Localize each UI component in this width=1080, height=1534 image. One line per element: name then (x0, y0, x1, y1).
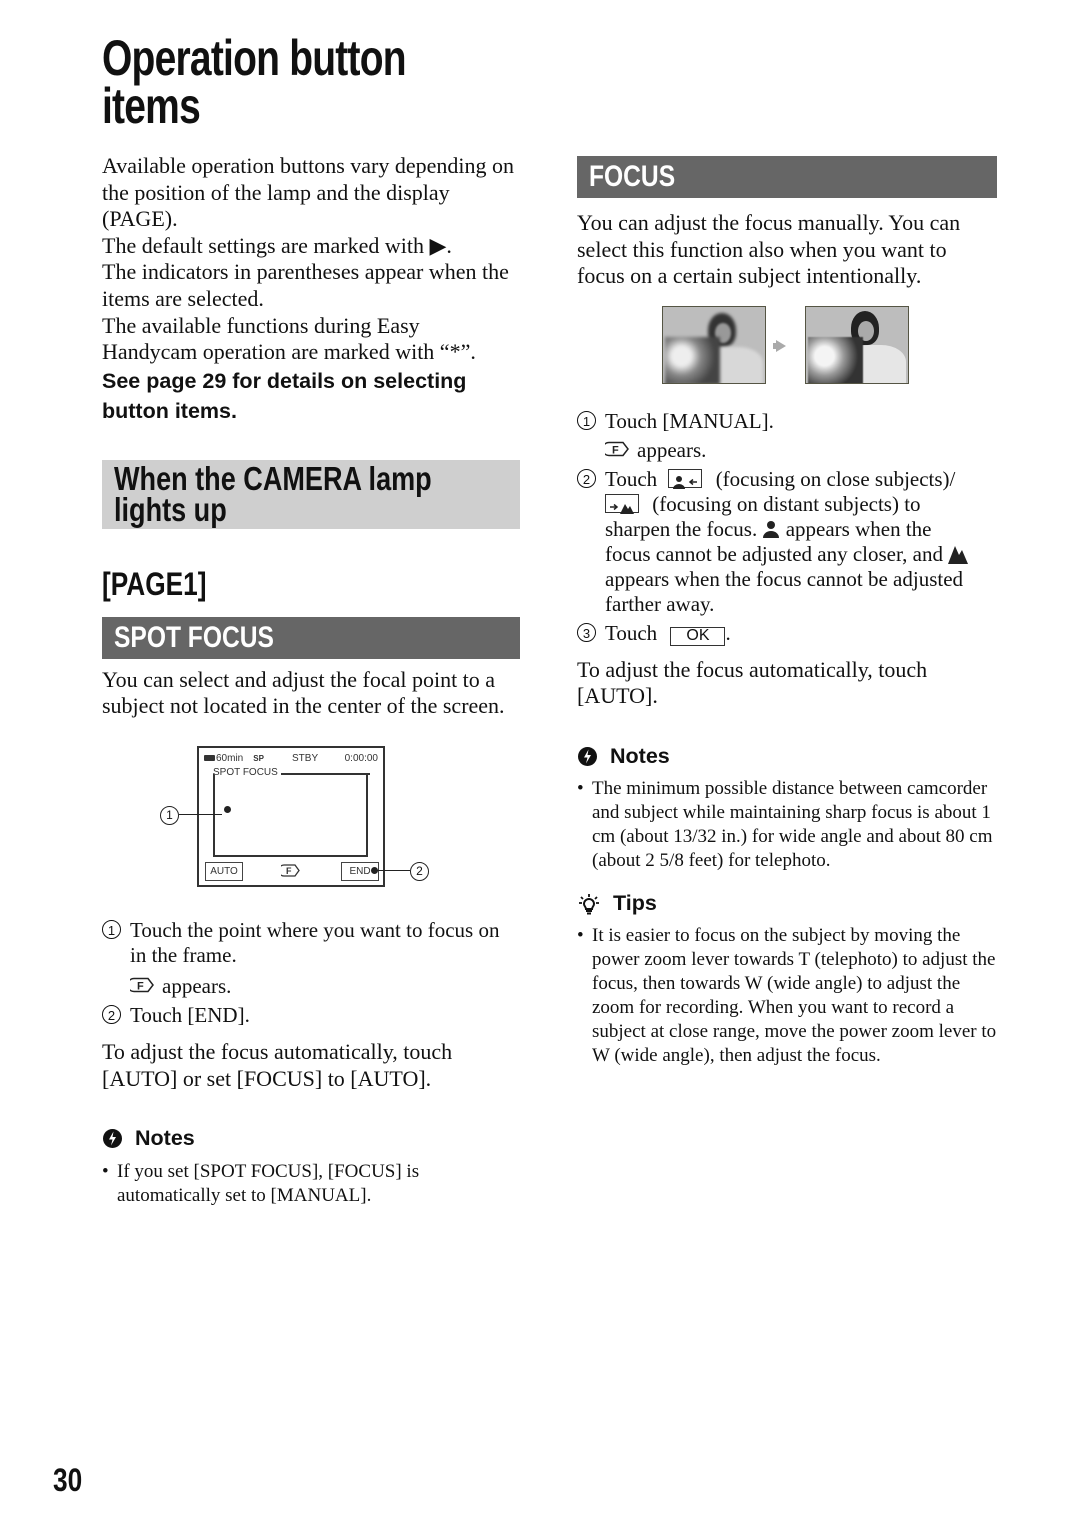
blurred-photo (662, 305, 766, 384)
step-text: appears when the focus cannot be adjuste… (605, 566, 964, 591)
lcd-illustration: 60min SP STBY 0:00:00 SPOT FOCUS AUTO F … (102, 745, 520, 896)
step-number: 1 (577, 410, 596, 430)
notes-title: Notes (610, 743, 670, 768)
note-item: • The minimum possible distance between c… (577, 777, 997, 873)
lcd-status: STBY (292, 752, 319, 764)
intro-bold-note: See page 29 for details on selecting but… (102, 368, 467, 423)
battery-icon (204, 755, 215, 762)
step-2: 2 Touch [END]. (102, 1003, 520, 1028)
callout-1-line (179, 813, 222, 816)
step-text: focus cannot be adjusted any closer, and (605, 541, 943, 566)
intro-text: Available operation buttons vary dependi… (102, 153, 520, 366)
focus-far-button-icon[interactable] (605, 493, 639, 514)
spot-focus-frame[interactable] (213, 772, 370, 857)
svg-text:F: F (286, 866, 292, 876)
step-1-sub: F appears. (102, 974, 520, 999)
notes-icon (578, 746, 597, 766)
step-text: appears when the (785, 516, 932, 541)
battery-remaining: 60min (216, 752, 244, 764)
step-1-sub: F appears. (577, 438, 997, 463)
callout-1: 1 (160, 805, 179, 825)
note-text: If you set [SPOT FOCUS], [FOCUS] is auto… (117, 1161, 420, 1207)
notes-icon (103, 1129, 122, 1149)
tip-text: It is easier to focus on the subject by … (592, 924, 997, 1066)
spot-focus-steps: 1 Touch the point where you want to focu… (102, 918, 520, 1028)
step-number: 3 (577, 622, 596, 642)
focused-photo (805, 305, 909, 384)
step-text: sharpen the focus. (605, 516, 758, 541)
focus-comparison-images (577, 305, 997, 386)
callout-2-line (375, 869, 410, 872)
step-number: 2 (577, 468, 596, 488)
step-1: 1 Touch [MANUAL]. (577, 409, 997, 434)
callout-2: 2 (410, 861, 429, 881)
step-2: 2 Touch (focusing on close subjects)/ (f… (577, 467, 997, 617)
step-text: appears. (162, 973, 232, 998)
notes-heading: Notes (102, 1126, 520, 1151)
tips-title: Tips (613, 890, 657, 915)
notes-heading: Notes (577, 744, 997, 769)
step-text: Touch [END]. (130, 1002, 250, 1027)
page-number: 30 (53, 1462, 83, 1498)
step-text: Touch (605, 620, 658, 645)
intro-paragraph: The indicators in parentheses appear whe… (102, 259, 509, 311)
tip-item: • It is easier to focus on the subject by… (577, 924, 997, 1066)
notes-title: Notes (135, 1126, 195, 1151)
step-3: 3 Touch OK. (577, 621, 997, 646)
far-limit-icon (948, 542, 969, 566)
step-text: (focusing on distant subjects) to (652, 491, 921, 516)
manual-focus-icon: F (601, 438, 631, 463)
lcd-auto-button[interactable]: AUTO (205, 861, 243, 881)
spot-focus-heading: SPOT FOCUS (114, 620, 274, 654)
lightbulb-icon (579, 894, 599, 915)
page-title: Operation button items (102, 30, 407, 134)
manual-focus-icon: F (126, 974, 156, 999)
tape-mode-icon: SP (253, 753, 264, 763)
focus-point (224, 805, 231, 813)
intro-paragraph: The default settings are marked with ▶. (102, 232, 452, 258)
left-column: Available operation buttons vary dependi… (102, 153, 520, 1208)
focus-steps: 1 Touch [MANUAL]. F appears. 2 Touch (fo… (577, 409, 997, 646)
svg-text:F: F (137, 980, 144, 992)
focus-heading-bar: FOCUS (577, 156, 997, 198)
intro-paragraph: Available operation buttons vary dependi… (102, 153, 514, 232)
focus-description: You can adjust the focus manually. You c… (577, 210, 961, 289)
note-item: • If you set [SPOT FOCUS], [FOCUS] is aut… (102, 1160, 520, 1208)
step-text: (focusing on close subjects)/ (715, 466, 956, 491)
near-limit-icon (762, 517, 780, 541)
lcd-status-line: 60min SP (204, 753, 264, 764)
step-text: appears. (637, 437, 707, 462)
spot-focus-auto-text: To adjust the focus automatically, touch… (102, 1038, 453, 1091)
lcd-timecode: 0:00:00 (344, 752, 378, 764)
page-title-line-2: items (102, 78, 201, 134)
tips-heading: Tips (577, 891, 997, 916)
lcd-screen: 60min SP STBY 0:00:00 SPOT FOCUS AUTO F … (197, 745, 385, 887)
step-text: Touch the point where you want to focus … (130, 917, 500, 967)
step-text: farther away. (605, 591, 715, 616)
focus-near-button-icon[interactable] (668, 468, 703, 489)
step-text: Touch (605, 466, 658, 491)
intro-paragraph: The available functions during Easy Hand… (102, 312, 476, 365)
page-label-heading: [PAGE1] (102, 565, 207, 602)
section-heading: When the CAMERA lamp lights up (114, 459, 432, 528)
callout-2-dot (371, 866, 378, 874)
page-title-line-1: Operation button (102, 30, 407, 86)
note-text: The minimum possible distance between ca… (592, 777, 993, 871)
right-column: FOCUS You can adjust the focus manually.… (577, 156, 997, 1068)
step-number: 1 (102, 919, 121, 939)
focus-auto-text: To adjust the focus automatically, touch… (577, 656, 928, 709)
step-1: 1 Touch the point where you want to focu… (102, 918, 520, 968)
section-heading-bar: When the CAMERA lamp lights up (102, 459, 520, 529)
svg-text:F: F (612, 444, 619, 456)
focus-heading: FOCUS (589, 160, 676, 193)
spot-focus-heading-bar: SPOT FOCUS (102, 616, 520, 659)
step-text: Touch [MANUAL]. (605, 408, 774, 433)
spot-focus-description: You can select and adjust the focal poin… (102, 666, 505, 719)
step-text: . (725, 620, 731, 645)
step-number: 2 (102, 1004, 121, 1024)
ok-button[interactable]: OK (670, 626, 726, 646)
manual-focus-icon: F (277, 864, 301, 880)
